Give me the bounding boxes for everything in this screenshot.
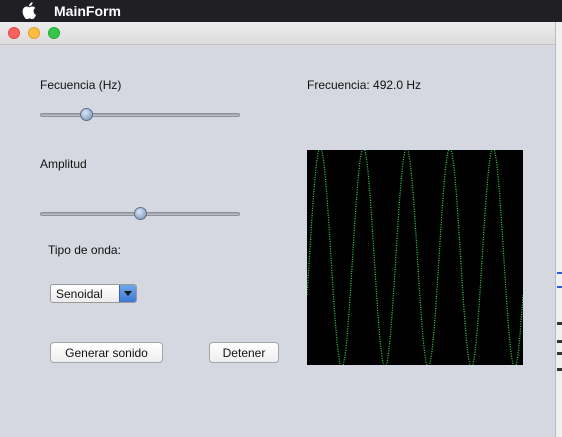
main-window: Fecuencia (Hz) Amplitud Tipo de onda: Se… — [0, 22, 556, 437]
background-text-mark — [557, 368, 562, 371]
stop-button[interactable]: Detener — [209, 342, 279, 363]
close-window-button[interactable] — [8, 27, 20, 39]
wave-type-selected-value: Senoidal — [56, 287, 103, 301]
wave-type-select[interactable]: Senoidal — [50, 284, 137, 303]
amplitude-slider-thumb[interactable] — [134, 207, 147, 220]
frequency-label: Fecuencia (Hz) — [40, 78, 122, 92]
window-titlebar[interactable] — [0, 22, 555, 45]
background-link-mark — [557, 272, 562, 274]
generate-sound-button[interactable]: Generar sonido — [50, 342, 163, 363]
menu-bar: MainForm — [0, 0, 562, 22]
maximize-window-button[interactable] — [48, 27, 60, 39]
app-name-menu[interactable]: MainForm — [54, 3, 121, 19]
waveform-plot — [306, 146, 524, 369]
amplitude-slider[interactable] — [40, 207, 240, 221]
frequency-slider-thumb[interactable] — [80, 108, 93, 121]
frequency-slider[interactable] — [40, 108, 240, 122]
wave-type-label: Tipo de onda: — [48, 243, 121, 257]
minimize-window-button[interactable] — [28, 27, 40, 39]
background-text-mark — [557, 322, 562, 325]
waveform-trace — [306, 146, 524, 369]
apple-logo-icon[interactable] — [22, 2, 36, 19]
frequency-slider-track[interactable] — [40, 113, 240, 117]
background-text-mark — [557, 340, 562, 343]
background-text-mark — [557, 352, 562, 355]
amplitude-label: Amplitud — [40, 157, 87, 171]
frequency-readout: Frecuencia: 492.0 Hz — [307, 78, 422, 92]
background-window-edge — [555, 22, 562, 437]
background-link-mark — [557, 286, 562, 288]
chevron-down-icon[interactable] — [119, 285, 136, 302]
waveform-display — [306, 146, 524, 369]
